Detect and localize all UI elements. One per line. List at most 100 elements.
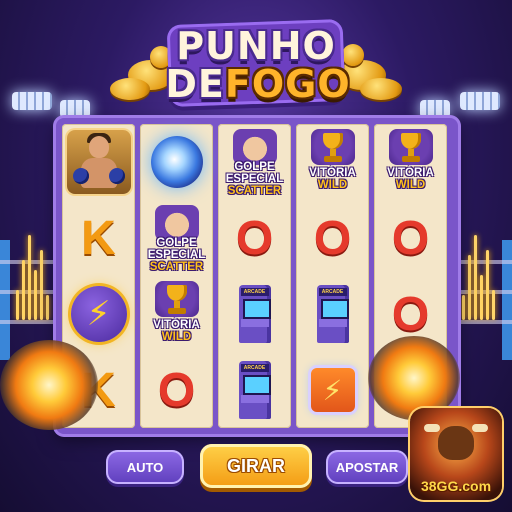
ring-rope-right-3 [458, 320, 512, 324]
wild-line-2: WILD [161, 331, 192, 343]
lightning-tile-icon: ⚡ [310, 368, 355, 412]
scatter-line-3: SCATTER [227, 185, 282, 197]
scatter-line-1: GOLPE [234, 161, 275, 173]
explosion-left [0, 340, 98, 430]
ring-post-right [502, 240, 512, 360]
reel-3-cell-3: ARCADE [218, 276, 291, 352]
auto-button[interactable]: AUTO [106, 450, 184, 484]
arcade-marquee: ARCADE [240, 364, 269, 372]
wild-label: VITÓRIA WILD [387, 167, 434, 191]
trophy-icon [388, 129, 433, 165]
reel-4-cell-2: O [296, 200, 369, 276]
trophy-base [167, 308, 186, 314]
scatter-symbol: GOLPE ESPECIAL SCATTER [222, 127, 288, 197]
wild-line-1: VITÓRIA [153, 319, 200, 331]
reel-3-cell-1: GOLPE ESPECIAL SCATTER [218, 124, 291, 200]
reel-2: GOLPE ESPECIAL SCATTER VITÓRIA WILD O [140, 124, 213, 428]
fist-icon [154, 205, 199, 241]
reel-4-cell-4: ⚡ [296, 352, 369, 428]
title-line-2-suffix: FOGO [224, 62, 351, 106]
reel-2-cell-1 [140, 124, 213, 200]
ring-post-left [0, 240, 10, 360]
arcade-panel [240, 395, 269, 403]
trophy-cup [166, 285, 187, 301]
spin-button[interactable]: GIRAR [200, 444, 312, 488]
arcade-marquee: ARCADE [318, 288, 347, 296]
arcade-screen [242, 375, 271, 395]
fist-icon [232, 129, 277, 165]
wild-symbol: VITÓRIA WILD [144, 279, 210, 349]
wild-label: VITÓRIA WILD [153, 319, 200, 343]
reel-4-cell-3: ARCADE [296, 276, 369, 352]
reel-5-cell-2: O [374, 200, 447, 276]
arcade-cabinet-icon: ARCADE [235, 285, 275, 343]
reel-3: GOLPE ESPECIAL SCATTER O ARCADE ARCADE [218, 124, 291, 428]
logo-text: 38GG.com [420, 478, 492, 494]
scatter-line-2: ESPECIAL [147, 249, 206, 261]
sound-wave-right [462, 230, 498, 320]
reel-1-cell-2: K [62, 200, 135, 276]
symbol-letter-o: O [157, 363, 196, 417]
reel-3-cell-2: O [218, 200, 291, 276]
trophy-icon [310, 129, 355, 165]
trophy-icon [154, 281, 199, 317]
symbol-letter-o: O [391, 287, 430, 341]
arcade-screen [320, 299, 349, 319]
energy-orb-icon [150, 136, 203, 188]
arcade-panel [318, 319, 347, 327]
wild-label: VITÓRIA WILD [309, 167, 356, 191]
title-line-2: DEFOGO [2, 62, 512, 106]
logo-horn-left [424, 424, 440, 432]
bull-icon [438, 426, 474, 460]
logo-horn-right [472, 424, 488, 432]
ring-rope-left-3 [0, 320, 56, 324]
reel-2-cell-2: GOLPE ESPECIAL SCATTER [140, 200, 213, 276]
wild-symbol: VITÓRIA WILD [378, 127, 444, 197]
reel-2-cell-4: O [140, 352, 213, 428]
trophy-stem [329, 149, 336, 156]
wild-line-2: WILD [317, 179, 348, 191]
symbol-letter-o: O [313, 211, 352, 265]
reel-1-cell-1 [62, 124, 135, 200]
scatter-label: GOLPE ESPECIAL SCATTER [148, 237, 206, 273]
arcade-screen [242, 299, 271, 319]
glove-left-icon [72, 168, 89, 184]
trophy-base [323, 156, 342, 162]
lightning-coin-icon: ⚡ [70, 286, 127, 342]
reel-2-cell-3: VITÓRIA WILD [140, 276, 213, 352]
boxer-head [88, 136, 109, 158]
symbol-letter-k: K [81, 211, 116, 265]
trophy-cup [400, 133, 421, 149]
boxer-icon [66, 130, 131, 194]
scatter-line-2: ESPECIAL [225, 173, 284, 185]
bet-button[interactable]: APOSTAR [326, 450, 408, 484]
wild-line-1: VITÓRIA [309, 167, 356, 179]
trophy-stem [407, 149, 414, 156]
title-line-2-prefix: DE [165, 62, 225, 106]
reel-4-cell-1: VITÓRIA WILD [296, 124, 369, 200]
scatter-line-1: GOLPE [156, 237, 197, 249]
symbol-letter-o: O [235, 211, 274, 265]
arcade-cabinet-icon: ARCADE [235, 361, 275, 419]
glove-right-icon [108, 168, 125, 184]
symbol-letter-o: O [391, 211, 430, 265]
trophy-base [401, 156, 420, 162]
trophy-stem [173, 301, 180, 308]
brand-logo: 38GG.com [410, 408, 502, 500]
wild-line-1: VITÓRIA [387, 167, 434, 179]
reel-1-cell-3: ⚡ [62, 276, 135, 352]
title-banner: PUNHO DEFOGO [0, 8, 512, 108]
scatter-symbol: GOLPE ESPECIAL SCATTER [144, 203, 210, 273]
reel-4: VITÓRIA WILD O ARCADE ⚡ [296, 124, 369, 428]
reel-3-cell-4: ARCADE [218, 352, 291, 428]
wild-symbol: VITÓRIA WILD [300, 127, 366, 197]
scatter-label: GOLPE ESPECIAL SCATTER [226, 161, 284, 197]
reel-5-cell-1: VITÓRIA WILD [374, 124, 447, 200]
trophy-cup [322, 133, 343, 149]
arcade-cabinet-icon: ARCADE [313, 285, 353, 343]
scatter-line-3: SCATTER [149, 261, 204, 273]
arcade-marquee: ARCADE [240, 288, 269, 296]
sound-wave-left [16, 230, 52, 320]
arcade-panel [240, 319, 269, 327]
wild-line-2: WILD [395, 179, 426, 191]
